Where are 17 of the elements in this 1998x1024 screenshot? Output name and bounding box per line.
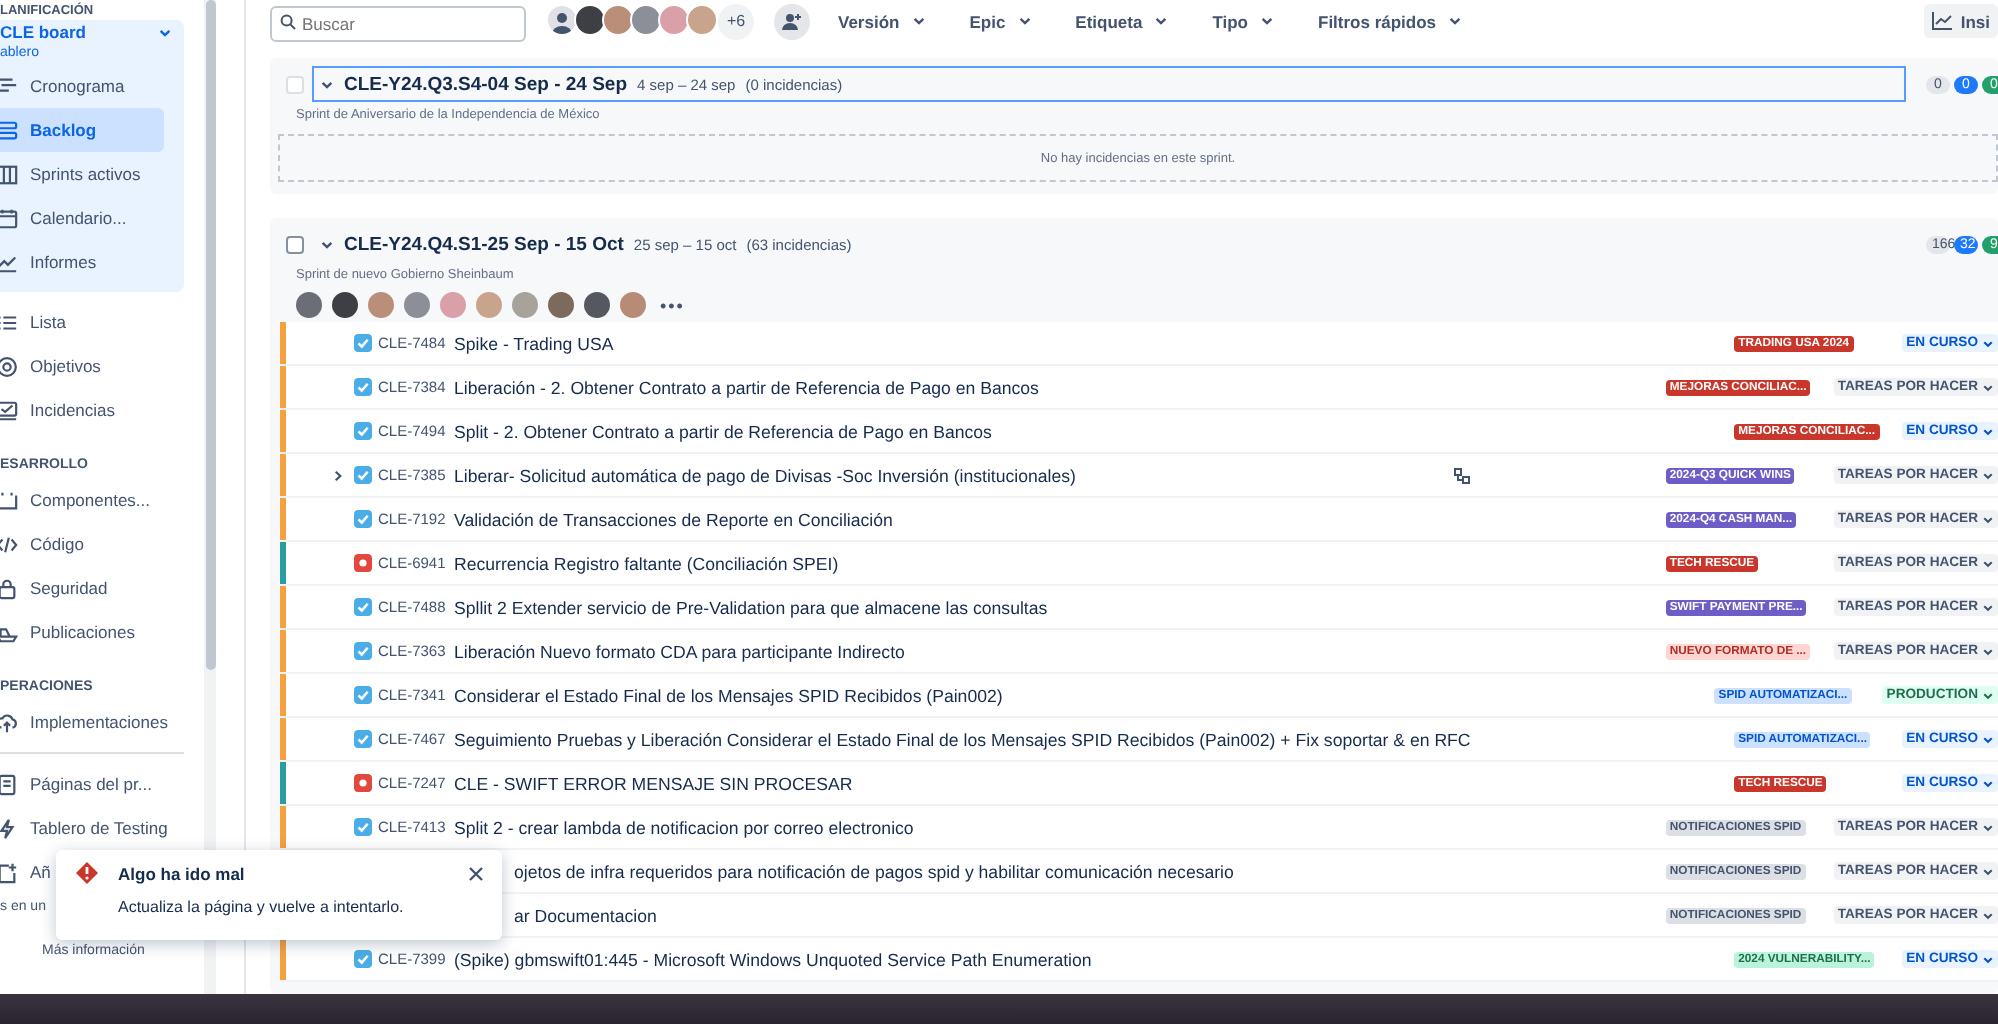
- toast-title: Algo ha ido mal: [118, 863, 245, 883]
- issue-summary: Liberación Nuevo formato CDA para participante Indirecto: [454, 641, 907, 661]
- toast-message: Actualiza la página y vuelve a intentarlo.: [118, 898, 406, 916]
- issue-summary: Split - 2. Obtener Contrato a partir de Referencia de Pago en Bancos: [454, 421, 994, 441]
- issue-summary: Recurrencia Registro faltante (Conciliación SPEI): [454, 553, 841, 573]
- issue-summary: ar Documentacion: [514, 905, 659, 925]
- issue-summary: ojetos de infra requeridos para notificación de pagos spid y habilitar comunicación necesario: [514, 861, 1236, 881]
- issue-summary: Split 2 - crear lambda de notificacion por correo electronico: [454, 817, 916, 837]
- issue-summary: Liberación - 2. Obtener Contrato a partir de Referencia de Pago en Bancos: [454, 377, 1041, 397]
- issue-summary: Validación de Transacciones de Reporte en Conciliación: [454, 509, 895, 529]
- issue-summary: Spllit 2 Extender servicio de Pre-Validation para que almacene las consultas: [454, 597, 1050, 617]
- issue-summary: Considerar el Estado Final de los Mensajes SPID Recibidos (Pain002): [454, 685, 1005, 705]
- issue-summary: (Spike) gbmswift01:445 - Microsoft Windows Unquoted Service Path Enumeration: [454, 949, 1094, 969]
- issue-summary: CLE - SWIFT ERROR MENSAJE SIN PROCESAR: [454, 773, 855, 793]
- issue-summary: Liberar- Solicitud automática de pago de Divisas -Soc Inversión (institucionales): [454, 465, 1078, 485]
- issue-summary: Spike - Trading USA: [454, 333, 616, 353]
- issue-summary: Seguimiento Pruebas y Liberación Considerar el Estado Final de los Mensajes SPID Recibidos (Pain002) + Fix soportar & en RFC: [454, 729, 1473, 749]
